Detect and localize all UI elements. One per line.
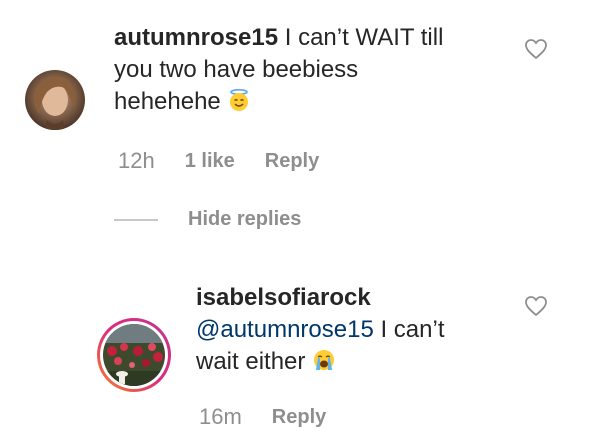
like-heart-icon[interactable]: [524, 295, 548, 317]
comment-body-line: you two have beebiess: [114, 56, 359, 83]
comment-username[interactable]: autumnrose15: [114, 24, 278, 51]
comment-body-line: wait either: [196, 348, 306, 375]
reply-button[interactable]: Reply: [265, 150, 319, 173]
likes-count[interactable]: 1 like: [185, 150, 235, 173]
comment-username[interactable]: isabelsofiarock: [196, 282, 516, 314]
reply-button[interactable]: Reply: [272, 406, 326, 429]
like-heart-icon[interactable]: [524, 38, 548, 60]
comment-meta: 16m Reply: [199, 404, 326, 430]
comment-body-line: hehehehe: [114, 88, 221, 115]
avatar-isabelsofiarock[interactable]: [96, 317, 172, 393]
comment-timestamp[interactable]: 12h: [118, 148, 155, 174]
hide-replies-toggle[interactable]: Hide replies: [114, 208, 301, 231]
comment-body-line: I can’t: [380, 316, 445, 343]
comment-meta: 12h 1 like Reply: [118, 148, 319, 174]
comment-timestamp[interactable]: 16m: [199, 404, 242, 430]
hide-replies-label[interactable]: Hide replies: [188, 208, 301, 231]
loudly-crying-face-icon: [312, 348, 336, 372]
comment-text: isabelsofiarock @autumnrose15 I can’t wa…: [196, 282, 516, 378]
comment-text: autumnrose15 I can’t WAIT till you two h…: [114, 22, 504, 118]
smiling-face-with-halo-icon: [227, 88, 251, 112]
comment-body-line: I can’t WAIT till: [284, 24, 444, 51]
divider-line: [114, 218, 158, 221]
avatar-autumnrose15[interactable]: [25, 70, 85, 130]
mention-link[interactable]: @autumnrose15: [196, 316, 374, 343]
